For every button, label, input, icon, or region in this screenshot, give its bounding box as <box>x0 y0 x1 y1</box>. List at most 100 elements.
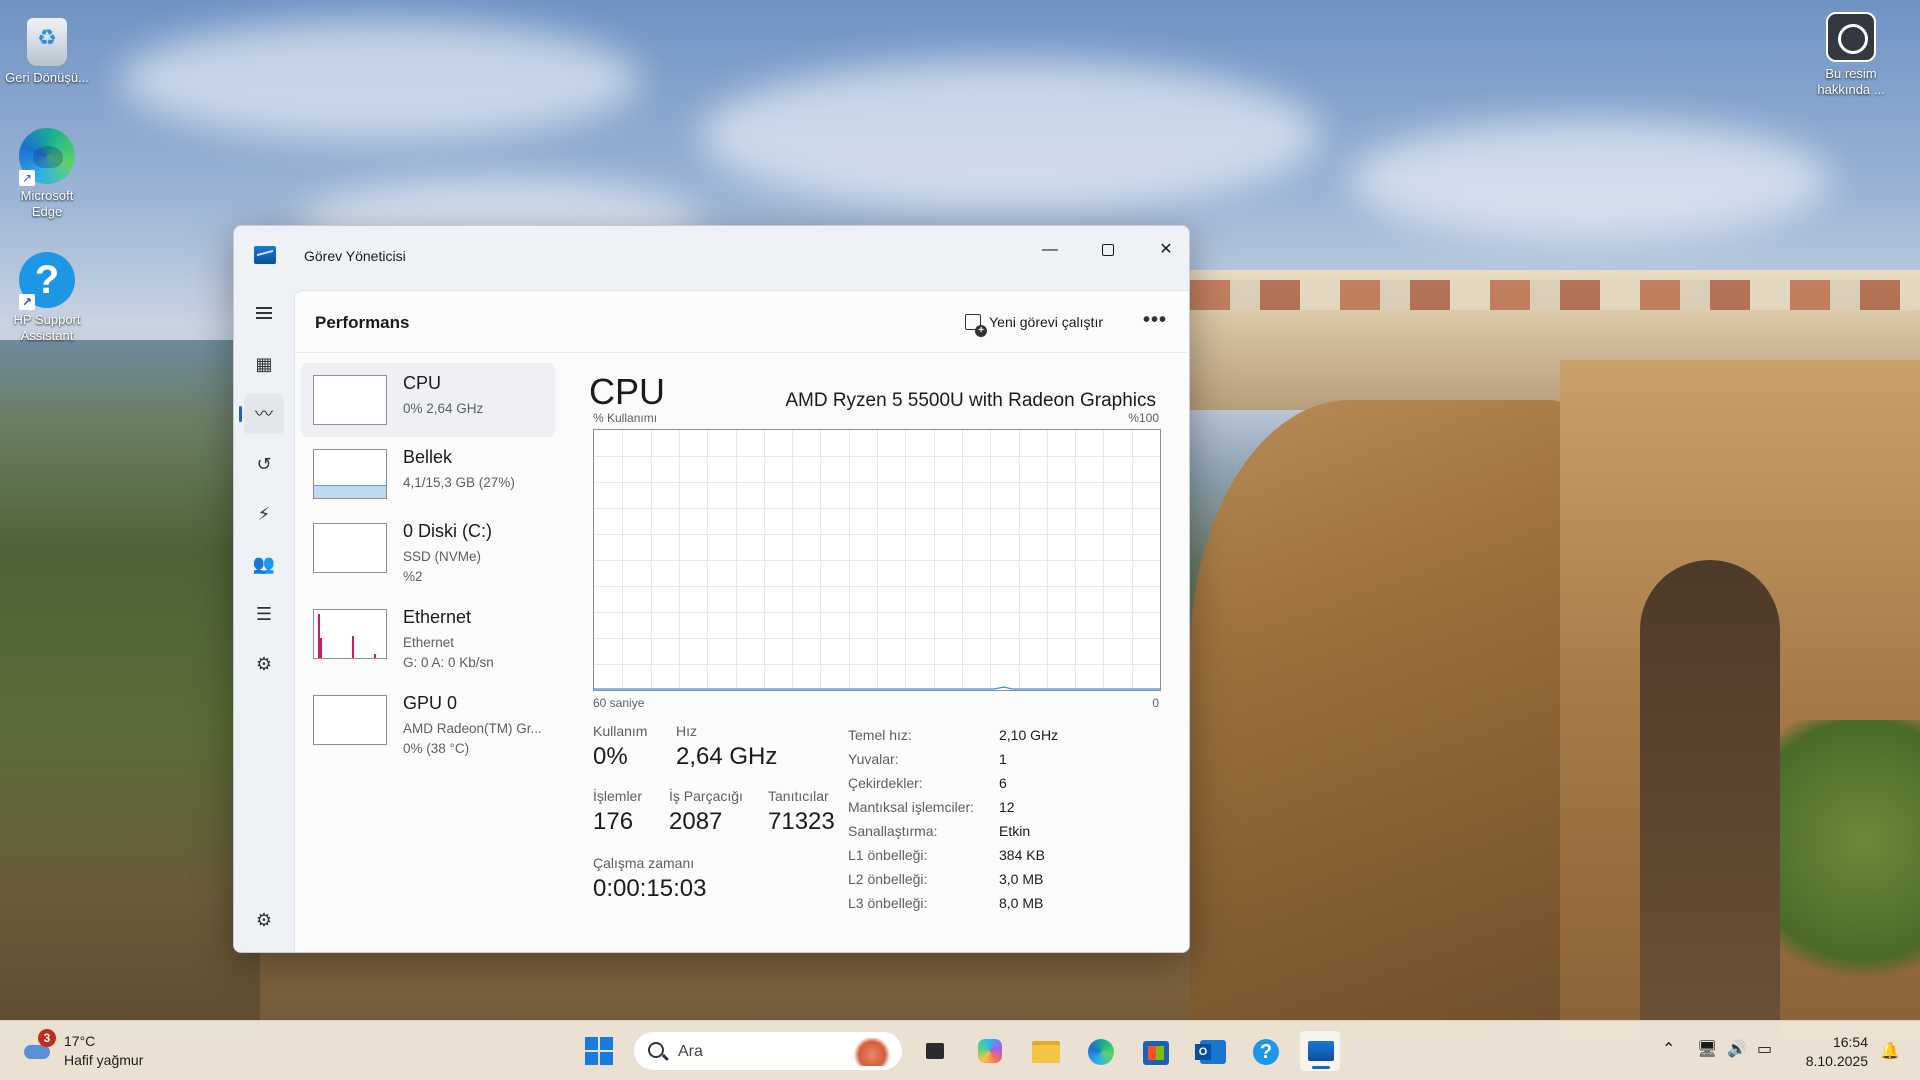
desktop-icon-label: HP Support Assistant <box>13 312 81 343</box>
processes-label: İşlemler <box>593 788 643 804</box>
memory-usage-fill <box>314 485 386 498</box>
gpu-thumbnail-graph <box>313 695 387 745</box>
device-item-gpu[interactable]: GPU 0 AMD Radeon(TM) Gr... 0% (38 °C) <box>301 683 555 757</box>
recycle-bin-icon <box>27 18 67 66</box>
system-clock[interactable]: 16:54 8.10.2025 <box>1806 1033 1868 1071</box>
maximize-button[interactable] <box>1085 234 1131 266</box>
window-title: Görev Yöneticisi <box>304 248 406 264</box>
file-explorer-icon[interactable] <box>1025 1031 1065 1071</box>
edge-taskbar-icon[interactable] <box>1080 1031 1120 1071</box>
cpu-model-name: AMD Ryzen 5 5500U with Radeon Graphics <box>785 390 1156 411</box>
taskbar: 3 17°C Hafif yağmur Ara O ? ⌃ 🖥 🔊 ▭ 16:5… <box>0 1020 1920 1080</box>
nav-users-icon[interactable]: 👥 <box>244 544 284 584</box>
run-task-label: Yeni görevi çalıştır <box>989 314 1103 330</box>
desktop-icon-label: Microsoft Edge <box>20 188 74 219</box>
task-view-icon[interactable] <box>915 1031 955 1071</box>
device-item-disk[interactable]: 0 Diski (C:) SSD (NVMe) %2 <box>301 511 555 585</box>
desktop-icon-hp-support[interactable]: ? ↗ HP Support Assistant <box>4 252 90 344</box>
device-sub: AMD Radeon(TM) Gr... <box>403 721 542 736</box>
task-manager-app-icon <box>254 246 276 264</box>
device-item-ethernet[interactable]: Ethernet Ethernet G: 0 A: 0 Kb/sn <box>301 597 555 671</box>
device-item-cpu[interactable]: CPU 0% 2,64 GHz <box>301 363 555 437</box>
page-header: Performans Yeni görevi çalıştır ••• <box>295 291 1189 353</box>
task-manager-taskbar-icon[interactable] <box>1300 1031 1340 1071</box>
camera-info-icon <box>1826 12 1876 62</box>
device-name: 0 Diski (C:) <box>403 521 492 541</box>
spec-label: Çekirdekler: <box>848 775 923 791</box>
page-title: Performans <box>315 313 410 332</box>
spec-label: L2 önbelleği: <box>848 871 928 887</box>
task-manager-window: Görev Yöneticisi — ✕ ▦ 〰 ↺ ⚡ 👥 ☰ ⚙ ⚙ Per… <box>233 225 1190 953</box>
speed-value: 2,64 GHz <box>676 743 778 770</box>
cpu-usage-graph <box>593 429 1161 691</box>
clock-date: 8.10.2025 <box>1805 1053 1868 1069</box>
run-task-icon <box>965 314 988 337</box>
notification-bell-icon[interactable]: 🔔 <box>1880 1041 1900 1061</box>
copilot-icon[interactable] <box>970 1031 1010 1071</box>
device-name: Bellek <box>403 447 453 467</box>
microsoft-store-icon[interactable] <box>1135 1031 1175 1071</box>
spec-value: 3,0 MB <box>999 871 1044 887</box>
device-name: Ethernet <box>403 607 472 627</box>
more-options-button[interactable]: ••• <box>1139 307 1171 337</box>
navigation-rail: ▦ 〰 ↺ ⚡ 👥 ☰ ⚙ ⚙ <box>234 290 294 952</box>
clock-time: 16:54 <box>1832 1034 1868 1050</box>
desktop-icon-recycle-bin[interactable]: Geri Dönüşü... <box>4 12 90 86</box>
device-name: GPU 0 <box>403 693 458 713</box>
nav-settings-icon[interactable]: ⚙ <box>244 900 284 940</box>
help-icon[interactable]: ? <box>1245 1031 1285 1071</box>
nav-app-history-icon[interactable]: ↺ <box>244 444 284 484</box>
device-item-memory[interactable]: Bellek 4,1/15,3 GB (27%) <box>301 437 555 511</box>
network-icon[interactable]: 🖥 <box>1697 1039 1717 1059</box>
cpu-thumbnail-graph <box>313 375 387 425</box>
desktop-icon-label: Geri Dönüşü... <box>5 70 89 85</box>
maximize-icon <box>1102 243 1114 256</box>
ethernet-thumbnail-graph <box>313 609 387 659</box>
spec-value: 8,0 MB <box>999 895 1044 911</box>
device-sub: SSD (NVMe) <box>403 549 482 564</box>
hamburger-menu-button[interactable] <box>244 294 284 334</box>
spec-label: Mantıksal işlemciler: <box>848 799 975 815</box>
weather-condition: Hafif yağmur <box>64 1052 144 1068</box>
minimize-button[interactable]: — <box>1027 234 1073 266</box>
shortcut-arrow-icon: ↗ <box>19 294 35 310</box>
nav-services-icon[interactable]: ⚙ <box>244 644 284 684</box>
device-sub-2: G: 0 A: 0 Kb/sn <box>403 655 494 670</box>
notification-badge: 3 <box>38 1029 56 1047</box>
threads-label: İş Parçacığı <box>669 788 743 804</box>
spec-label: L1 önbelleği: <box>848 847 928 863</box>
nav-processes-icon[interactable]: ▦ <box>244 344 284 384</box>
show-hidden-icons-chevron[interactable]: ⌃ <box>1662 1039 1675 1059</box>
spec-label: Temel hız: <box>848 727 912 743</box>
search-highlight-icon <box>852 1038 892 1066</box>
nav-details-icon[interactable]: ☰ <box>244 594 284 634</box>
device-sub: Ethernet <box>403 635 455 650</box>
device-sub: 4,1/15,3 GB (27%) <box>403 475 515 490</box>
spec-value: 12 <box>999 799 1015 815</box>
processes-value: 176 <box>593 808 634 835</box>
nav-startup-apps-icon[interactable]: ⚡ <box>244 494 284 534</box>
usage-value: 0% <box>593 743 628 770</box>
title-bar[interactable]: Görev Yöneticisi — ✕ <box>234 226 1189 290</box>
spec-value: 384 KB <box>999 847 1045 863</box>
edge-icon: ↗ <box>19 128 75 186</box>
spec-value: 6 <box>999 775 1007 791</box>
desktop-icon-edge[interactable]: ↗ Microsoft Edge <box>4 128 90 220</box>
memory-thumbnail-graph <box>313 449 387 499</box>
graph-x-left-label: 60 saniye <box>593 696 645 710</box>
spec-label: L3 önbelleği: <box>848 895 928 911</box>
battery-icon[interactable]: ▭ <box>1757 1039 1772 1059</box>
spec-label: Yuvalar: <box>848 751 899 767</box>
nav-performance-icon[interactable]: 〰 <box>239 394 284 434</box>
volume-icon[interactable]: 🔊 <box>1727 1039 1747 1059</box>
detail-title: CPU <box>589 371 666 412</box>
close-button[interactable]: ✕ <box>1143 234 1189 266</box>
taskbar-search-box[interactable]: Ara <box>633 1031 903 1071</box>
start-button[interactable] <box>579 1031 619 1071</box>
spec-label: Sanallaştırma: <box>848 823 938 839</box>
search-placeholder: Ara <box>678 1043 703 1060</box>
desktop-icon-about-image[interactable]: Bu resim hakkında ... <box>1808 12 1894 98</box>
outlook-icon[interactable]: O <box>1190 1031 1230 1071</box>
run-new-task-button[interactable]: Yeni görevi çalıştır <box>957 307 1111 337</box>
handles-label: Tanıtıcılar <box>768 788 829 804</box>
